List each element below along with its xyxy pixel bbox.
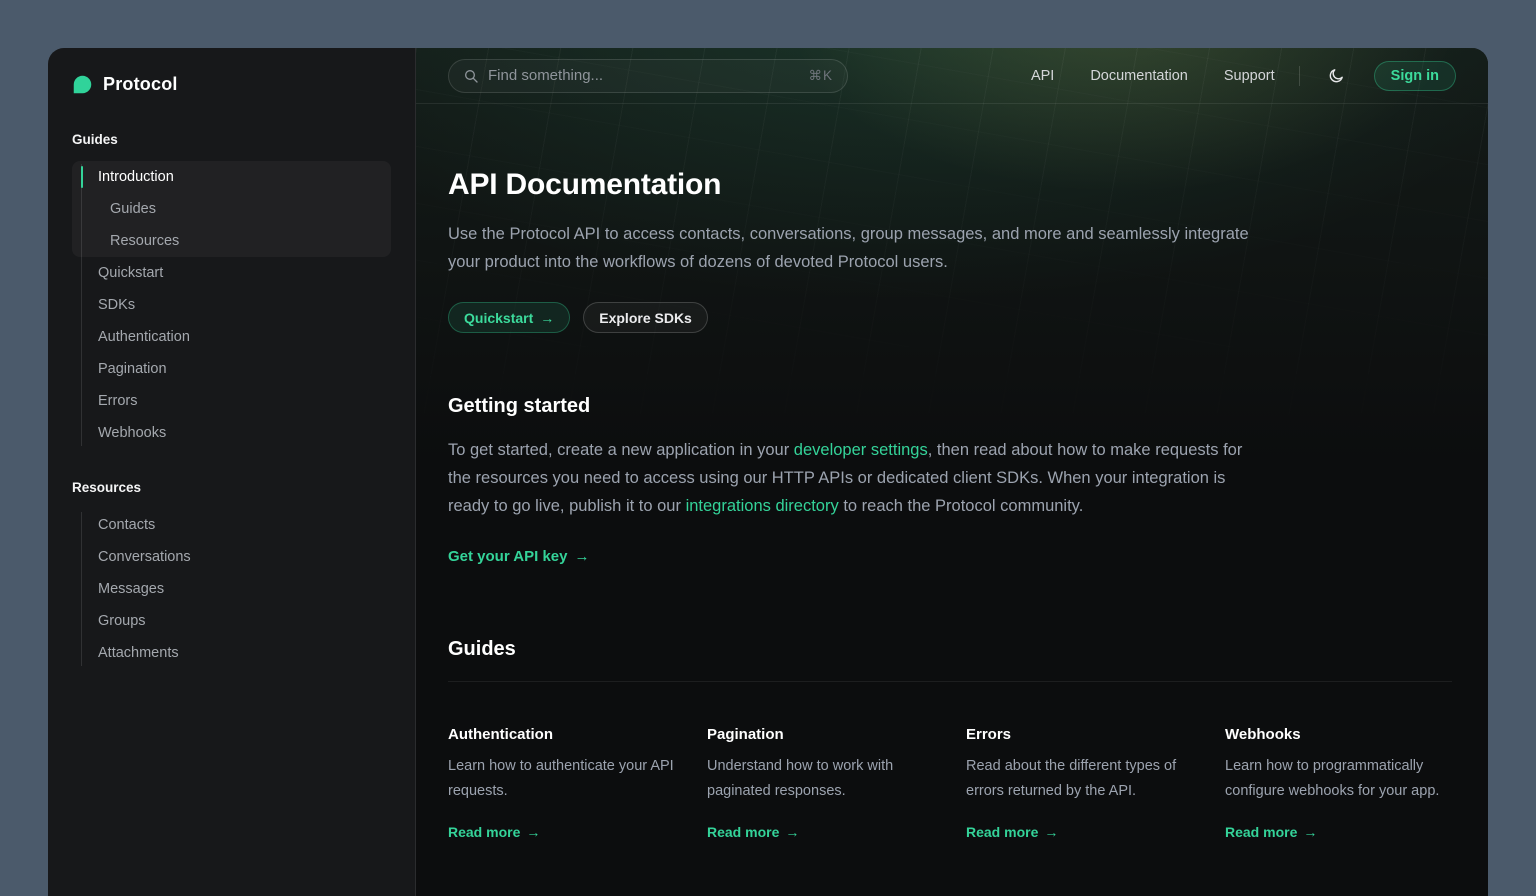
get-api-key-label: Get your API key bbox=[448, 548, 568, 565]
sidebar-subitem-guides[interactable]: Guides bbox=[72, 193, 391, 225]
card-title: Pagination bbox=[707, 726, 934, 743]
sidebar-item-webhooks[interactable]: Webhooks bbox=[72, 417, 391, 449]
sidebar-item-sdks[interactable]: SDKs bbox=[72, 289, 391, 321]
explore-sdks-button[interactable]: Explore SDKs bbox=[583, 302, 708, 333]
sidebar-section-label: Guides bbox=[72, 132, 391, 147]
getting-started-text-3: to reach the Protocol community. bbox=[839, 497, 1084, 515]
sidebar-item-errors[interactable]: Errors bbox=[72, 385, 391, 417]
nav-link-support[interactable]: Support bbox=[1224, 68, 1275, 84]
sidebar-item-conversations[interactable]: Conversations bbox=[72, 541, 391, 573]
card-description: Learn how to programmatically configure … bbox=[1225, 754, 1452, 804]
card-title: Authentication bbox=[448, 726, 675, 743]
sidebar-item-authentication[interactable]: Authentication bbox=[72, 321, 391, 353]
sidebar-section-resources: Resources Contacts Conversations Message… bbox=[48, 480, 415, 669]
sidebar-item-introduction[interactable]: Introduction bbox=[72, 161, 391, 193]
getting-started-paragraph: To get started, create a new application… bbox=[448, 436, 1248, 520]
read-more-link[interactable]: Read more → bbox=[966, 824, 1058, 840]
arrow-right-icon: → bbox=[526, 824, 540, 840]
read-more-label: Read more bbox=[707, 824, 779, 840]
top-bar: ⌘K API Documentation Support Sign in bbox=[416, 48, 1488, 104]
brand-logo[interactable]: Protocol bbox=[48, 48, 415, 95]
hero-actions: Quickstart → Explore SDKs bbox=[448, 302, 1452, 333]
arrow-right-icon: → bbox=[1044, 824, 1058, 840]
search-icon bbox=[463, 68, 479, 84]
page-content: API Documentation Use the Protocol API t… bbox=[416, 104, 1488, 882]
protocol-logo-icon bbox=[72, 74, 93, 95]
getting-started-heading: Getting started bbox=[448, 395, 1452, 418]
arrow-right-icon: → bbox=[785, 824, 799, 840]
sidebar-item-messages[interactable]: Messages bbox=[72, 573, 391, 605]
guide-card-errors: Errors Read about the different types of… bbox=[966, 726, 1193, 842]
intro-paragraph: Use the Protocol API to access contacts,… bbox=[448, 220, 1278, 276]
read-more-label: Read more bbox=[1225, 824, 1297, 840]
read-more-link[interactable]: Read more → bbox=[448, 824, 540, 840]
main-area: ⌘K API Documentation Support Sign in API… bbox=[416, 48, 1488, 896]
nav-link-api[interactable]: API bbox=[1031, 68, 1054, 84]
read-more-label: Read more bbox=[966, 824, 1038, 840]
sidebar-nav-resources: Contacts Conversations Messages Groups A… bbox=[72, 509, 391, 669]
sidebar-section-label: Resources bbox=[72, 480, 391, 495]
arrow-right-icon: → bbox=[540, 310, 554, 326]
getting-started-text-1: To get started, create a new application… bbox=[448, 441, 794, 459]
card-description: Learn how to authenticate your API reque… bbox=[448, 754, 675, 804]
sidebar-item-groups[interactable]: Groups bbox=[72, 605, 391, 637]
guides-heading: Guides bbox=[448, 638, 1452, 661]
sign-in-button[interactable]: Sign in bbox=[1374, 61, 1456, 91]
top-navigation: API Documentation Support bbox=[1031, 68, 1275, 84]
page-title: API Documentation bbox=[448, 168, 1452, 202]
sidebar-nav-guides: Introduction Guides Resources Quickstart… bbox=[72, 161, 391, 449]
arrow-right-icon: → bbox=[1303, 824, 1317, 840]
card-title: Errors bbox=[966, 726, 1193, 743]
arrow-right-icon: → bbox=[575, 548, 590, 565]
sidebar-item-contacts[interactable]: Contacts bbox=[72, 509, 391, 541]
integrations-directory-link[interactable]: integrations directory bbox=[686, 497, 839, 515]
quickstart-label: Quickstart bbox=[464, 310, 533, 326]
search-bar[interactable]: ⌘K bbox=[448, 59, 848, 93]
moon-icon bbox=[1328, 67, 1345, 84]
get-api-key-link[interactable]: Get your API key → bbox=[448, 548, 590, 565]
search-input[interactable] bbox=[488, 67, 799, 84]
guide-cards: Authentication Learn how to authenticate… bbox=[448, 726, 1452, 842]
nav-divider bbox=[1299, 66, 1300, 86]
card-description: Understand how to work with paginated re… bbox=[707, 754, 934, 804]
guide-card-pagination: Pagination Understand how to work with p… bbox=[707, 726, 934, 842]
section-divider bbox=[448, 681, 1452, 682]
read-more-link[interactable]: Read more → bbox=[707, 824, 799, 840]
read-more-label: Read more bbox=[448, 824, 520, 840]
search-shortcut: ⌘K bbox=[808, 68, 833, 84]
sidebar-subitem-resources[interactable]: Resources bbox=[72, 225, 391, 257]
explore-sdks-label: Explore SDKs bbox=[599, 310, 692, 326]
theme-toggle-button[interactable] bbox=[1324, 63, 1350, 89]
sidebar-section-guides: Guides Introduction Guides Resources Qui… bbox=[48, 132, 415, 449]
sidebar-active-group: Introduction Guides Resources bbox=[72, 161, 391, 257]
card-title: Webhooks bbox=[1225, 726, 1452, 743]
card-description: Read about the different types of errors… bbox=[966, 754, 1193, 804]
sidebar-item-attachments[interactable]: Attachments bbox=[72, 637, 391, 669]
sidebar: Protocol Guides Introduction Guides Reso… bbox=[48, 48, 416, 896]
app-window: Protocol Guides Introduction Guides Reso… bbox=[48, 48, 1488, 896]
sidebar-item-pagination[interactable]: Pagination bbox=[72, 353, 391, 385]
read-more-link[interactable]: Read more → bbox=[1225, 824, 1317, 840]
guide-card-webhooks: Webhooks Learn how to programmatically c… bbox=[1225, 726, 1452, 842]
brand-name: Protocol bbox=[103, 74, 178, 95]
quickstart-button[interactable]: Quickstart → bbox=[448, 302, 570, 333]
sidebar-item-quickstart[interactable]: Quickstart bbox=[72, 257, 391, 289]
nav-link-documentation[interactable]: Documentation bbox=[1090, 68, 1188, 84]
guide-card-authentication: Authentication Learn how to authenticate… bbox=[448, 726, 675, 842]
developer-settings-link[interactable]: developer settings bbox=[794, 441, 928, 459]
